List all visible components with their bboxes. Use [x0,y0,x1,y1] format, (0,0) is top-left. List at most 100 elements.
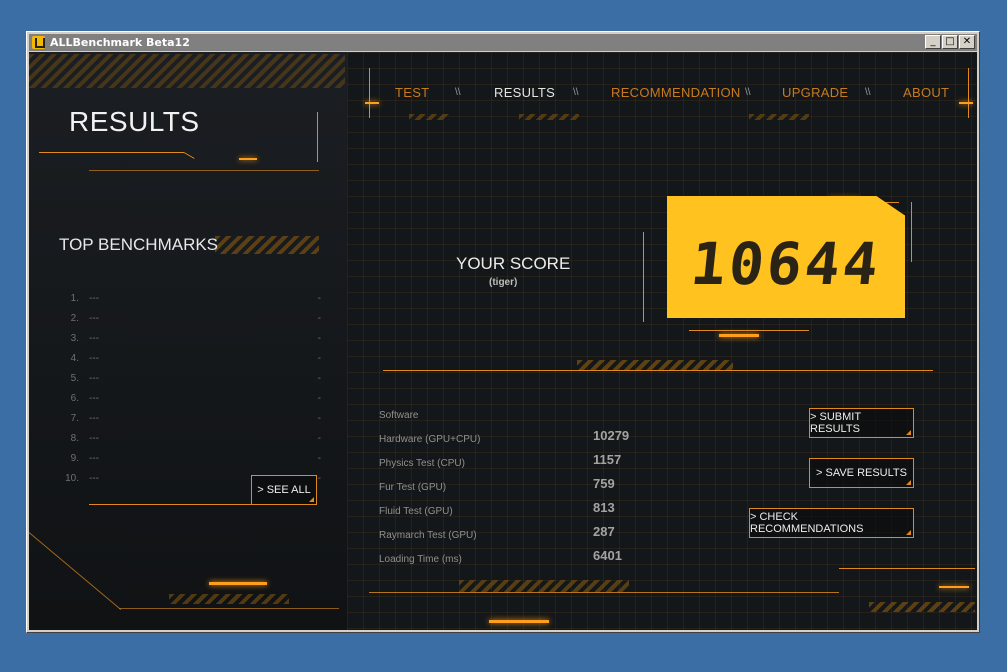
nav-hatch-decoration [749,114,809,120]
benchmark-name: --- [89,333,99,344]
table-row: Fur Test (GPU) 759 [379,476,659,500]
nav-separator: \\ [745,87,751,98]
top-benchmarks-list: 1. --- - 2. --- - 3. --- - 4. --- - 5. --- - 6. ---… [59,290,321,490]
list-item: 7. --- - [59,410,321,430]
benchmark-score: - [317,293,321,304]
bottom-hatch-decoration [459,580,629,592]
result-label: Software [379,410,419,421]
rank-number: 1. [70,293,79,304]
title-side-line-decoration [317,112,318,162]
bottom-line-decoration [369,592,839,593]
top-benchmarks-title: TOP BENCHMARKS [59,235,219,254]
bottom-hatch-decoration [169,594,289,604]
list-item: 5. --- - [59,370,321,390]
your-score-label: YOUR SCORE [456,254,571,273]
rank-number: 9. [70,453,79,464]
benchmark-score: - [317,433,321,444]
divider-hatch-decoration [577,360,733,370]
result-value: 813 [593,500,615,515]
rank-number: 2. [70,313,79,324]
list-item: 2. --- - [59,310,321,330]
benchmark-score: - [317,373,321,384]
benchmark-name: --- [89,353,99,364]
close-button[interactable]: ✕ [959,35,975,49]
list-item: 9. --- - [59,450,321,470]
result-value: 759 [593,476,615,491]
glow-accent-decoration [239,158,257,160]
header-hatch-decoration [29,54,345,88]
table-row: Loading Time (ms) 6401 [379,548,659,572]
rank-number: 4. [70,353,79,364]
bottom-glow-bar-decoration [209,582,267,585]
list-item: 4. --- - [59,350,321,370]
score-frame-bottom-decoration [689,330,809,331]
result-value: 6401 [593,548,622,563]
corner-line-decoration [839,568,975,569]
minimize-button[interactable]: _ [925,35,941,49]
nav-separator: \\ [573,87,579,98]
bottom-glow-bar-decoration [489,620,549,623]
table-row: Fluid Test (GPU) 813 [379,500,659,524]
result-label: Raymarch Test (GPU) [379,530,477,541]
page-title: RESULTS [69,106,200,137]
corner-hatch-decoration [869,602,975,612]
result-value: 287 [593,524,615,539]
score-value: 10644 [687,230,885,298]
benchmark-score: - [317,473,321,484]
benchmark-name: --- [89,393,99,404]
tab-about[interactable]: ABOUT [903,85,949,100]
nav-left-glow-decoration [365,102,379,104]
top-navigation: TEST \\ RESULTS \\ RECOMMENDATION \\ UPG… [365,68,973,120]
save-results-button[interactable]: > SAVE RESULTS [809,458,914,488]
window-controls: _ □ ✕ [924,35,975,49]
benchmark-name: --- [89,413,99,424]
benchmark-name: --- [89,433,99,444]
tab-upgrade[interactable]: UPGRADE [782,85,848,100]
benchmark-name: --- [89,373,99,384]
benchmark-name: --- [89,313,99,324]
score-frame-right-decoration [911,202,912,262]
benchmark-name: --- [89,473,99,484]
table-row: Raymarch Test (GPU) 287 [379,524,659,548]
benchmark-score: - [317,453,321,464]
result-label: Hardware (GPU+CPU) [379,434,481,445]
benchmark-score: - [317,333,321,344]
title-secondary-line-decoration [89,170,319,171]
submit-results-button[interactable]: > SUBMIT RESULTS [809,408,914,438]
check-recommendations-button[interactable]: > CHECK RECOMMENDATIONS [749,508,914,538]
result-value: 1157 [593,452,622,467]
rank-number: 5. [70,373,79,384]
score-username: (tiger) [489,277,518,288]
benchmark-score: - [317,393,321,404]
app-canvas: RESULTS TOP BENCHMARKS 1. --- - 2. --- - 3. -… [29,52,977,630]
section-hatch-decoration [215,236,319,254]
results-divider [383,370,933,371]
list-item: 3. --- - [59,330,321,350]
window-title: ALLBenchmark Beta12 [50,36,190,49]
tab-test[interactable]: TEST [395,85,429,100]
result-label: Physics Test (CPU) [379,458,465,469]
score-glow-bar-decoration [719,334,759,337]
app-window: ALLBenchmark Beta12 _ □ ✕ RESULTS TOP BE… [26,31,980,633]
benchmark-score: - [317,413,321,424]
app-logo-icon [32,36,45,49]
nav-separator: \\ [865,87,871,98]
rank-number: 7. [70,413,79,424]
maximize-button[interactable]: □ [942,35,958,49]
rank-number: 6. [70,393,79,404]
see-all-button[interactable]: > SEE ALL [251,475,317,505]
list-item: 8. --- - [59,430,321,450]
title-bar[interactable]: ALLBenchmark Beta12 _ □ ✕ [29,34,977,51]
result-value: 10279 [593,428,630,443]
results-table: Software Hardware (GPU+CPU) 10279 Physics… [379,404,659,572]
corner-line-decoration [29,532,122,611]
bottom-line-decoration [119,608,339,609]
benchmark-name: --- [89,293,99,304]
result-label: Fur Test (GPU) [379,482,447,493]
tab-recommendation[interactable]: RECOMMENDATION [611,85,741,100]
table-row: Physics Test (CPU) 1157 [379,452,659,476]
rank-number: 8. [70,433,79,444]
title-underline-angle-decoration [183,152,195,159]
tab-results[interactable]: RESULTS [494,85,555,100]
list-item: 6. --- - [59,390,321,410]
